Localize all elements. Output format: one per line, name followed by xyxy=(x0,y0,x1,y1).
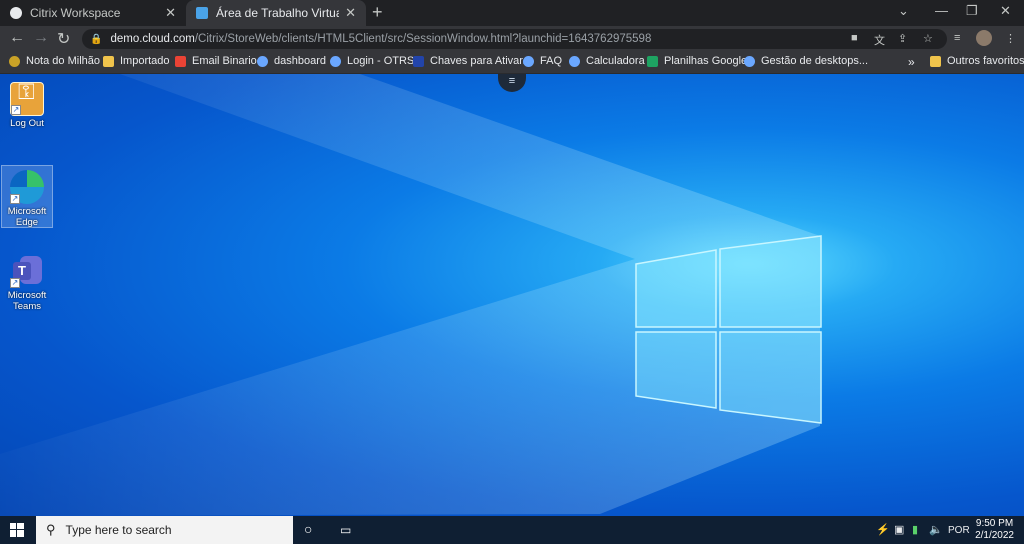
desktop-icon-label: Microsoft Teams xyxy=(7,290,47,312)
close-tab-icon[interactable]: ✕ xyxy=(165,5,176,21)
start-button[interactable] xyxy=(0,516,34,544)
lock-icon[interactable]: 🔒 xyxy=(90,34,102,45)
url-host: demo.cloud.com xyxy=(110,33,195,45)
desktop-icon-edge[interactable]: ↗ Microsoft Edge xyxy=(1,165,53,228)
restore-button[interactable]: ❐ xyxy=(966,3,978,19)
camera-icon[interactable]: ■ xyxy=(851,32,858,44)
tab-title: Citrix Workspace xyxy=(30,6,121,20)
new-tab-button[interactable]: + xyxy=(372,2,383,23)
other-bookmarks-folder[interactable]: Outros favoritos xyxy=(930,55,1024,67)
bookmark-label: Email Binario xyxy=(192,55,257,67)
n-icon xyxy=(413,55,424,67)
sheets-icon xyxy=(647,55,658,67)
forward-button[interactable]: → xyxy=(33,29,49,47)
search-placeholder: Type here to search xyxy=(65,523,172,537)
key-icon: ⚿ ↗ xyxy=(10,81,44,116)
gmail-icon xyxy=(175,55,186,67)
browser-toolbar: ← → ↻ 🔒 demo.cloud.com/Citrix/StoreWeb/c… xyxy=(0,26,1024,52)
battery-icon[interactable]: ▮ xyxy=(912,523,918,536)
address-bar[interactable]: 🔒 demo.cloud.com/Citrix/StoreWeb/clients… xyxy=(82,29,947,49)
minimize-button[interactable]: — xyxy=(935,3,948,18)
b-icon xyxy=(744,55,755,67)
share-icon[interactable]: ⇪ xyxy=(898,32,907,45)
folder-icon xyxy=(930,55,941,67)
language-indicator[interactable]: POR xyxy=(948,525,970,536)
url-path: /Citrix/StoreWeb/clients/HTML5Client/src… xyxy=(194,33,652,45)
windows-logo-icon xyxy=(10,523,24,537)
bookmark-label: Calculadora xyxy=(586,55,645,67)
bookmark-label: Outros favoritos xyxy=(947,55,1024,67)
bookmark-item[interactable]: FAQ xyxy=(523,55,562,67)
shortcut-arrow-icon: ↗ xyxy=(10,278,20,288)
bookmark-item[interactable]: dashboard xyxy=(257,55,326,67)
close-tab-icon[interactable]: ✕ xyxy=(345,5,356,21)
b-icon xyxy=(523,55,534,67)
b-icon xyxy=(569,55,580,67)
citrix-favicon-icon xyxy=(10,7,22,19)
tab-search-chevron-icon[interactable]: ⌄ xyxy=(898,3,909,19)
bookmark-label: Chaves para Ativar... xyxy=(430,55,532,67)
bookmark-label: Gestão de desktops... xyxy=(761,55,869,67)
volume-icon[interactable]: 🔈 xyxy=(929,523,943,536)
tab-title: Área de Trabalho Virtual do Azur xyxy=(216,6,339,20)
bookmark-star-icon[interactable]: ☆ xyxy=(923,32,933,45)
bookmark-item[interactable]: Login - OTRS xyxy=(330,55,414,67)
search-icon: ⚲ xyxy=(46,522,56,537)
edge-icon: ↗ xyxy=(10,170,44,204)
bookmark-label: Nota do Milhão xyxy=(26,55,100,67)
desktop-icon-label: Microsoft Edge xyxy=(7,206,47,228)
more-bookmarks-button[interactable]: » xyxy=(908,55,915,69)
tab-strip: Citrix Workspace ✕ Área de Trabalho Virt… xyxy=(0,0,1024,26)
bookmark-item[interactable]: Gestão de desktops... xyxy=(744,55,868,67)
network-icon[interactable]: ⚡ xyxy=(876,523,890,536)
system-clock[interactable]: 9:50 PM 2/1/2022 xyxy=(975,518,1014,542)
media-control-icon[interactable]: ≡ xyxy=(954,32,960,44)
menu-icon[interactable]: ⋮ xyxy=(1005,32,1016,45)
tab-azure-virtual-desktop[interactable]: Área de Trabalho Virtual do Azur ✕ xyxy=(186,0,366,26)
translate-icon[interactable]: 文 xyxy=(874,32,885,48)
b-icon xyxy=(257,55,268,67)
windows-taskbar: ⚲ Type here to search ○ ▭ ⚡ ▣ ▮ 🔈 POR 9:… xyxy=(0,516,1024,544)
b-icon xyxy=(330,55,341,67)
remote-desktop-favicon-icon xyxy=(196,7,208,19)
shortcut-arrow-icon: ↗ xyxy=(11,105,21,115)
bookmark-label: FAQ xyxy=(540,55,563,67)
cortana-button[interactable]: ○ xyxy=(304,521,312,537)
teams-icon: T ↗ xyxy=(10,254,44,288)
bookmark-label: dashboard xyxy=(274,55,326,67)
chevron-more-icon: » xyxy=(908,55,915,69)
task-view-button[interactable]: ▭ xyxy=(340,523,351,537)
reload-button[interactable]: ↻ xyxy=(57,29,70,49)
bookmark-item[interactable]: Importado xyxy=(103,55,170,67)
back-button[interactable]: ← xyxy=(9,29,25,47)
tab-citrix-workspace[interactable]: Citrix Workspace ✕ xyxy=(0,0,186,26)
bookmarks-bar: Nota do Milhão Importado Email Binario d… xyxy=(0,52,1024,74)
clock-time: 9:50 PM xyxy=(975,518,1014,529)
taskbar-search-box[interactable]: ⚲ Type here to search xyxy=(36,516,293,544)
desktop-icon-logout[interactable]: ⚿ ↗ Log Out xyxy=(1,81,53,129)
desktop-icon-teams[interactable]: T ↗ Microsoft Teams xyxy=(1,254,53,312)
bookmark-item[interactable]: Calculadora xyxy=(569,55,645,67)
bookmark-label: Planilhas Google xyxy=(664,55,748,67)
shortcut-arrow-icon: ↗ xyxy=(10,194,20,204)
windows-wallpaper xyxy=(0,74,822,516)
bookmark-item[interactable]: Email Binario xyxy=(175,55,257,67)
bookmark-item[interactable]: Chaves para Ativar... xyxy=(413,55,532,67)
bookmark-label: Login - OTRS xyxy=(347,55,415,67)
device-icon[interactable]: ▣ xyxy=(894,523,904,536)
folder-icon xyxy=(103,55,114,67)
desktop-icon-label: Log Out xyxy=(10,118,44,129)
profile-avatar[interactable] xyxy=(976,30,992,46)
close-window-button[interactable]: ✕ xyxy=(1000,3,1011,19)
bookmark-item[interactable]: Planilhas Google xyxy=(647,55,747,67)
clock-date: 2/1/2022 xyxy=(975,530,1014,541)
remote-desktop[interactable]: ⚿ ↗ Log Out ↗ Microsoft Edge T ↗ Microso… xyxy=(0,74,1024,516)
bookmark-item[interactable]: Nota do Milhão xyxy=(9,55,100,67)
bookmark-label: Importado xyxy=(120,55,170,67)
dollar-icon xyxy=(9,55,20,67)
